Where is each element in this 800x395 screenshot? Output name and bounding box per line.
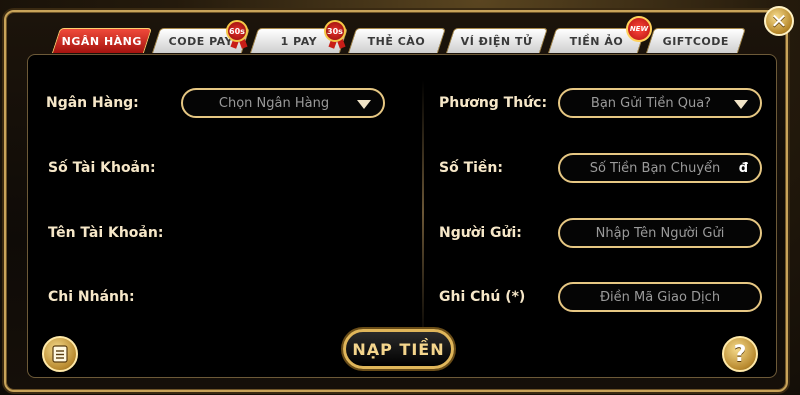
amount-input[interactable]: Số Tiền Bạn Chuyển đ <box>558 153 762 183</box>
tab-ngan-hang[interactable]: NGÂN HÀNG <box>51 28 153 53</box>
chevron-down-icon <box>357 100 371 109</box>
account-name-label: Tên Tài Khoản: <box>48 225 164 241</box>
tab-giftcode[interactable]: GIFTCODE <box>645 28 747 53</box>
amount-label: Số Tiền: <box>439 160 503 176</box>
question-icon: ? <box>733 341 747 367</box>
tab-the-cao[interactable]: THẺ CÀO <box>347 28 447 53</box>
note-label: Ghi Chú (*) <box>439 289 526 305</box>
new-badge: NEW <box>626 16 652 42</box>
column-divider <box>422 80 424 345</box>
help-button[interactable]: ? <box>722 336 758 372</box>
timer-badge-60s: 60s <box>226 20 248 42</box>
close-button[interactable]: ✕ <box>764 6 794 36</box>
bank-select[interactable]: Chọn Ngân Hàng <box>181 88 385 118</box>
submit-deposit-button[interactable]: NẠP TIỀN <box>343 329 454 369</box>
account-number-label: Số Tài Khoản: <box>48 160 156 176</box>
method-label: Phương Thức: <box>439 95 548 111</box>
tab-vi-dien-tu[interactable]: VÍ ĐIỆN TỬ <box>445 28 549 53</box>
history-button[interactable] <box>42 336 78 372</box>
sender-input[interactable]: Nhập Tên Người Gửi <box>558 218 762 248</box>
sender-label: Người Gửi: <box>439 225 522 241</box>
currency-symbol: đ <box>738 161 748 176</box>
branch-label: Chi Nhánh: <box>48 289 135 305</box>
bank-label: Ngân Hàng: <box>46 95 139 111</box>
notepad-icon <box>52 345 68 363</box>
timer-badge-30s: 30s <box>324 20 346 42</box>
chevron-down-icon <box>734 100 748 109</box>
note-input[interactable]: Điền Mã Giao Dịch <box>558 282 762 312</box>
close-icon: ✕ <box>770 9 788 33</box>
method-select[interactable]: Bạn Gửi Tiền Qua? <box>558 88 762 118</box>
